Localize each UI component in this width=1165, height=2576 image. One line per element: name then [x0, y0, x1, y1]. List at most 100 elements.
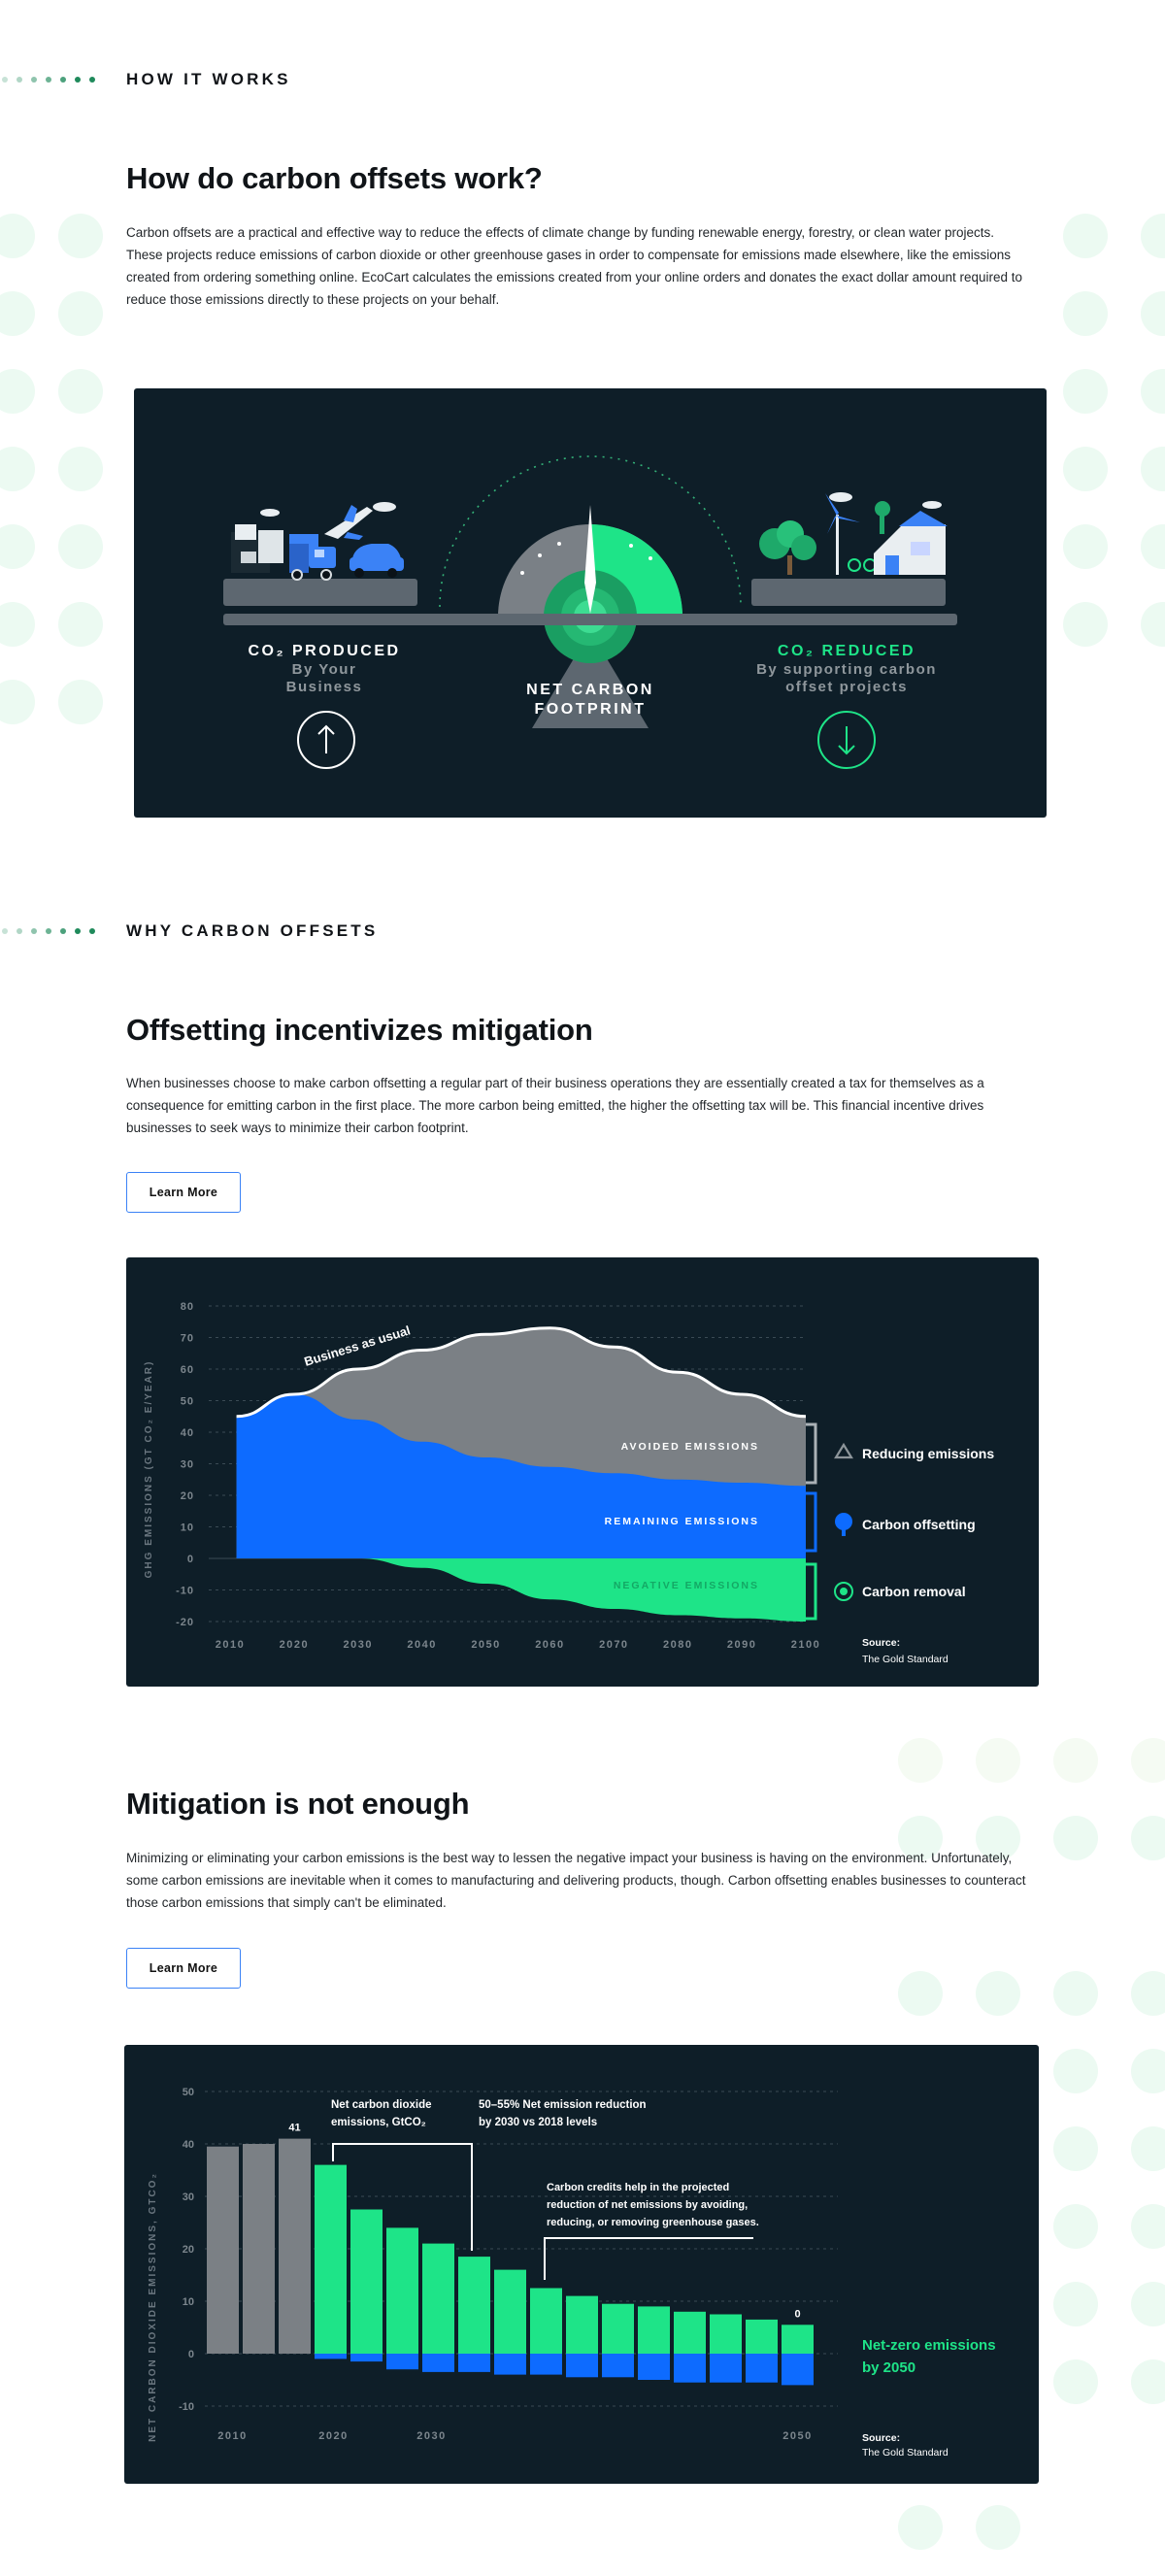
- co2-produced-title: CO₂ PRODUCED: [248, 643, 400, 659]
- source-label: Source:: [862, 2432, 900, 2444]
- arrow-down-icon: [817, 711, 876, 769]
- x-tick-label: 2020: [318, 2430, 348, 2442]
- recycle-icon: [834, 1442, 853, 1459]
- x-tick-label: 2010: [216, 1639, 245, 1651]
- projected-bar: [782, 2325, 814, 2354]
- eyebrow-dots: [2, 77, 95, 83]
- negative-bar: [350, 2354, 383, 2362]
- svg-text:Carbon credits help in the pro: Carbon credits help in the projected: [547, 2182, 729, 2193]
- eyebrow-dots: [2, 928, 95, 934]
- svg-text:emissions, GtCO₂: emissions, GtCO₂: [331, 2117, 426, 2128]
- series-label-negative: NEGATIVE EMISSIONS: [614, 1580, 759, 1591]
- negative-bar: [494, 2354, 526, 2375]
- net-carbon-label: NET CARBON: [526, 682, 654, 698]
- y-tick-label: 10: [181, 1522, 194, 1534]
- x-tick-label: 2050: [782, 2430, 812, 2442]
- source-text: The Gold Standard: [862, 1654, 949, 1665]
- historical-bar: [279, 2138, 311, 2354]
- x-tick-label: 2080: [663, 1639, 692, 1651]
- negative-bar: [530, 2354, 562, 2375]
- projected-bar: [710, 2314, 742, 2354]
- x-tick-label: 2090: [727, 1639, 756, 1651]
- projected-bar: [386, 2227, 418, 2354]
- y-tick-label: 40: [181, 1427, 194, 1439]
- tree-icon: [835, 1513, 852, 1536]
- svg-text:50–55% Net emission reduction: 50–55% Net emission reduction: [479, 2099, 647, 2111]
- co2-reduced-title: CO₂ REDUCED: [778, 643, 915, 659]
- y-tick-label: 0: [188, 2349, 194, 2360]
- how-eyebrow: HOW IT WORKS: [0, 70, 287, 89]
- projected-bar: [422, 2243, 454, 2354]
- x-tick-label: 2040: [407, 1639, 436, 1651]
- y-tick-label: -20: [176, 1617, 194, 1628]
- y-tick-label: 20: [181, 1490, 194, 1502]
- y-axis-label: GHG EMISSIONS (GT CO₂ E/YEAR): [144, 1360, 154, 1579]
- projected-bar: [350, 2209, 383, 2354]
- y-tick-label: 30: [183, 2191, 194, 2203]
- y-tick-label: 50: [183, 2087, 194, 2098]
- learn-more-button-2[interactable]: Learn More: [126, 1948, 241, 1989]
- right-pan: [751, 579, 946, 606]
- vehicles-icon: [231, 502, 404, 581]
- x-tick-label: 2010: [217, 2430, 247, 2442]
- y-tick-label: 70: [181, 1333, 194, 1345]
- left-pan: [223, 579, 417, 606]
- mitigation-body: Minimizing or eliminating your carbon em…: [126, 1851, 1026, 1910]
- y-tick-label: 60: [181, 1364, 194, 1376]
- series-label-remaining: REMAINING EMISSIONS: [605, 1516, 759, 1527]
- negative-bar: [782, 2354, 814, 2386]
- x-tick-label: 2030: [344, 1639, 373, 1651]
- svg-text:Net carbon dioxide: Net carbon dioxide: [331, 2099, 432, 2111]
- y-tick-label: 30: [181, 1459, 194, 1471]
- projected-bar: [566, 2295, 598, 2354]
- negative-bar: [458, 2354, 490, 2372]
- how-title: How do carbon offsets work?: [126, 161, 543, 195]
- x-tick-label: 2050: [471, 1639, 500, 1651]
- svg-text:reducing, or removing greenhou: reducing, or removing greenhouse gases.: [547, 2217, 759, 2228]
- y-tick-label: 80: [181, 1301, 194, 1313]
- negative-bar: [638, 2354, 670, 2380]
- x-tick-label: 2020: [280, 1639, 309, 1651]
- source-label: Source:: [862, 1637, 900, 1649]
- projected-bar: [315, 2164, 347, 2354]
- svg-text:By Your: By Your: [292, 661, 357, 678]
- ghg-emissions-chart: 80 70 60 50 40 30 20 10 0 -10 -20 2010 2020 2030 2040 2…: [126, 1257, 1039, 1687]
- svg-text:offset projects: offset projects: [785, 679, 908, 695]
- legend-offsetting: Carbon offsetting: [862, 1517, 976, 1532]
- target-icon: [834, 1582, 853, 1601]
- data-label: 41: [288, 2123, 300, 2134]
- series-label-avoided: AVOIDED EMISSIONS: [621, 1441, 759, 1453]
- bracket-blue: [806, 1491, 817, 1553]
- svg-text:FOOTPRINT: FOOTPRINT: [535, 701, 647, 718]
- negative-bar: [566, 2354, 598, 2378]
- learn-more-button[interactable]: Learn More: [126, 1172, 241, 1213]
- svg-text:by 2050: by 2050: [862, 2359, 915, 2376]
- projected-bar: [458, 2257, 490, 2354]
- annotation-line-2: [544, 2237, 753, 2280]
- negative-bar: [422, 2354, 454, 2372]
- bracket-green: [806, 1562, 817, 1621]
- y-tick-label: 0: [187, 1554, 194, 1565]
- net-co2-emissions-chart: 50 40 30 20 10 0 -10 41 0 2010 2020 2030 2050 NET C…: [124, 2045, 1039, 2484]
- x-tick-label: 2060: [535, 1639, 564, 1651]
- x-tick-label: 2070: [599, 1639, 628, 1651]
- bracket-gray: [806, 1422, 817, 1485]
- eyebrow-label: WHY CARBON OFFSETS: [126, 921, 379, 940]
- negative-bar: [315, 2354, 347, 2359]
- source-text: The Gold Standard: [862, 2447, 949, 2459]
- why-eyebrow: WHY CARBON OFFSETS: [0, 921, 375, 941]
- historical-bar: [207, 2146, 239, 2354]
- scale-beam: [223, 614, 957, 625]
- y-tick-label: 20: [183, 2244, 194, 2256]
- x-tick-label: 2030: [416, 2430, 446, 2442]
- y-tick-label: 10: [183, 2296, 194, 2308]
- renewables-icon: [759, 492, 948, 575]
- negative-bar: [674, 2354, 706, 2383]
- projected-bar: [674, 2311, 706, 2354]
- projected-bar: [746, 2319, 778, 2354]
- svg-text:by 2030 vs 2018 levels: by 2030 vs 2018 levels: [479, 2117, 597, 2128]
- mitigation-title: Mitigation is not enough: [126, 1787, 470, 1821]
- projected-bar: [638, 2306, 670, 2354]
- legend-removal: Carbon removal: [862, 1584, 966, 1599]
- historical-bar: [243, 2144, 275, 2354]
